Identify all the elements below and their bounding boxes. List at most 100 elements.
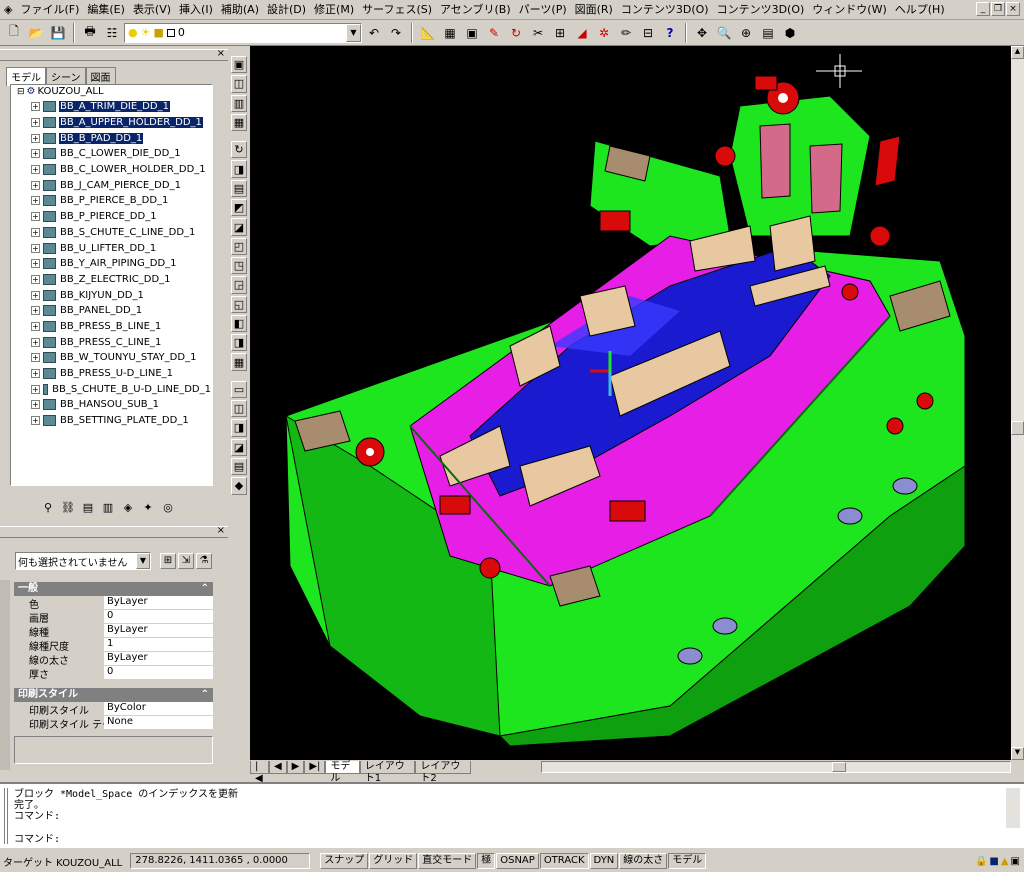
close-icon[interactable]: × — [217, 48, 225, 59]
property-value[interactable]: ByColor — [104, 702, 213, 715]
face-icon[interactable]: ◨ — [231, 160, 247, 178]
tree-root[interactable]: ⊟ ⚙ KOUZOU_ALL — [11, 85, 212, 99]
tree-item[interactable]: + BB_PRESS_C_LINE_1 — [11, 334, 212, 350]
tab-scene[interactable]: シーン — [46, 67, 86, 85]
view-iso-icon[interactable]: ◪ — [231, 438, 247, 456]
tree-item[interactable]: + BB_C_LOWER_HOLDER_DD_1 — [11, 162, 212, 178]
command-grip[interactable] — [4, 788, 8, 844]
status-toggle-button[interactable]: DYN — [589, 853, 619, 869]
status-toggle-button[interactable]: 極 — [477, 853, 496, 869]
help-icon[interactable]: ? — [660, 23, 680, 43]
menu-item[interactable]: 設計(D) — [263, 1, 310, 19]
prev-tab-icon[interactable]: ◀ — [268, 760, 287, 774]
tree-item[interactable]: + BB_W_TOUNYU_STAY_DD_1 — [11, 350, 212, 366]
menu-item[interactable]: サーフェス(S) — [358, 1, 436, 19]
expand-icon[interactable]: + — [31, 180, 40, 190]
expand-icon[interactable]: + — [31, 337, 40, 347]
expand-icon[interactable]: + — [31, 243, 40, 253]
rotate-icon[interactable]: ↻ — [231, 141, 247, 159]
property-value[interactable]: 0 — [104, 666, 213, 679]
expand-icon[interactable]: + — [31, 290, 40, 300]
status-toggle-button[interactable]: スナップ — [320, 853, 369, 869]
menu-item[interactable]: 編集(E) — [83, 1, 129, 19]
toggle-pickadd-icon[interactable]: ⊞ — [160, 553, 176, 569]
globe-icon[interactable]: ◎ — [160, 500, 176, 516]
property-value[interactable]: ByLayer — [104, 652, 213, 665]
sweep-icon[interactable]: ✂ — [528, 23, 548, 43]
status-toggle-button[interactable]: OTRACK — [539, 853, 589, 869]
scroll-thumb[interactable] — [1011, 421, 1024, 435]
status-toggle-button[interactable]: 線の太さ — [619, 853, 668, 869]
fillet-icon[interactable]: ◢ — [572, 23, 592, 43]
tree-item[interactable]: + BB_B_PAD_DD_1 — [11, 130, 212, 146]
pan-icon[interactable]: ✥ — [692, 23, 712, 43]
property-row[interactable]: 線の太さ ByLayer — [26, 652, 213, 666]
grid-icon[interactable]: ▦ — [231, 113, 247, 132]
property-row[interactable]: 厚さ 0 — [26, 666, 213, 680]
expand-icon[interactable]: + — [31, 384, 40, 394]
wand-icon[interactable]: ✦ — [140, 500, 156, 516]
property-row[interactable]: 線種尺度 1 — [26, 638, 213, 652]
expand-icon[interactable]: + — [31, 196, 40, 206]
expand-icon[interactable]: + — [31, 416, 40, 426]
quick-select-icon[interactable]: ⚗ — [196, 553, 212, 569]
status-toggle-button[interactable]: 直交モード — [418, 853, 477, 869]
tree-item[interactable]: + BB_Z_ELECTRIC_DD_1 — [11, 272, 212, 288]
tree-item[interactable]: + BB_U_LIFTER_DD_1 — [11, 240, 212, 256]
measure-icon[interactable]: 📐 — [418, 23, 438, 43]
palette-icon[interactable]: ◆ — [231, 477, 247, 495]
menu-item[interactable]: パーツ(P) — [515, 1, 571, 19]
tree-item[interactable]: + BB_J_CAM_PIERCE_DD_1 — [11, 177, 212, 193]
zoom-icon[interactable]: 🔍 — [714, 23, 734, 43]
property-value[interactable]: 0 — [104, 610, 213, 623]
command-scrollbar[interactable] — [1006, 788, 1020, 828]
chevron-down-icon[interactable]: ▼ — [136, 553, 150, 569]
cube-icon[interactable]: ⬢ — [780, 23, 800, 43]
slice-icon[interactable]: ◰ — [231, 237, 247, 255]
tree-item[interactable]: + BB_KIJYUN_DD_1 — [11, 287, 212, 303]
status-toggle-button[interactable]: グリッド — [369, 853, 418, 869]
section-icon[interactable]: ⊟ — [638, 23, 658, 43]
region-icon[interactable]: ▣ — [462, 23, 482, 43]
property-row[interactable]: 画層 0 — [26, 610, 213, 624]
menu-item[interactable]: アセンブリ(B) — [436, 1, 515, 19]
horizontal-scrollbar[interactable] — [541, 761, 1011, 773]
view-side-icon[interactable]: ◨ — [231, 419, 247, 437]
section-plot-style[interactable]: 印刷スタイル ⌃ — [14, 688, 213, 702]
tree-item[interactable]: + BB_HANSOU_SUB_1 — [11, 397, 212, 413]
expand-icon[interactable]: + — [31, 149, 40, 159]
panel-grip[interactable]: × — [0, 525, 228, 538]
collapse-icon[interactable]: ⊟ — [17, 85, 25, 99]
lock-icon[interactable]: 🔒 — [975, 856, 987, 867]
tree-item[interactable]: + BB_SETTING_PLATE_DD_1 — [11, 413, 212, 429]
vertical-scrollbar[interactable]: ▲ ▼ — [1011, 46, 1024, 760]
view-top-icon[interactable]: ▭ — [231, 380, 247, 399]
menu-item[interactable]: ヘルプ(H) — [891, 1, 949, 19]
expand-icon[interactable]: + — [31, 259, 40, 269]
toolbar-lock-icon[interactable]: ▣ — [1011, 856, 1020, 867]
status-toggle-button[interactable]: OSNAP — [496, 853, 539, 869]
chain-icon[interactable]: ⛓ — [60, 500, 76, 516]
tab-drawing[interactable]: 図面 — [85, 67, 116, 85]
first-tab-icon[interactable]: |◀ — [250, 760, 269, 784]
tree-item[interactable]: + BB_PRESS_B_LINE_1 — [11, 319, 212, 335]
loft-icon[interactable]: ◪ — [231, 218, 247, 236]
tree-item[interactable]: + BB_A_TRIM_DIE_DD_1 — [11, 99, 212, 115]
tab-layout2[interactable]: レイアウト2 — [415, 760, 471, 784]
expand-icon[interactable]: + — [31, 353, 40, 363]
tree-item[interactable]: + BB_P_PIERCE_B_DD_1 — [11, 193, 212, 209]
explode-icon[interactable]: ✲ — [594, 23, 614, 43]
expand-icon[interactable]: + — [31, 118, 40, 128]
expand-icon[interactable]: + — [31, 400, 40, 410]
mirror-icon[interactable]: ◨ — [231, 334, 247, 352]
diamond-icon[interactable]: ◈ — [120, 500, 136, 516]
stack-icon[interactable]: ▥ — [231, 94, 247, 112]
revolve-icon[interactable]: ↻ — [506, 23, 526, 43]
property-value[interactable]: ByLayer — [104, 596, 213, 609]
table-icon[interactable]: ▤ — [758, 23, 778, 43]
expand-icon[interactable]: + — [31, 102, 40, 112]
table-icon[interactable]: ▤ — [231, 457, 247, 476]
tree-item[interactable]: + BB_S_CHUTE_C_LINE_DD_1 — [11, 225, 212, 241]
collapse-icon[interactable]: ⌃ — [201, 582, 213, 596]
menu-item[interactable]: コンテンツ3D(O) — [713, 1, 809, 19]
